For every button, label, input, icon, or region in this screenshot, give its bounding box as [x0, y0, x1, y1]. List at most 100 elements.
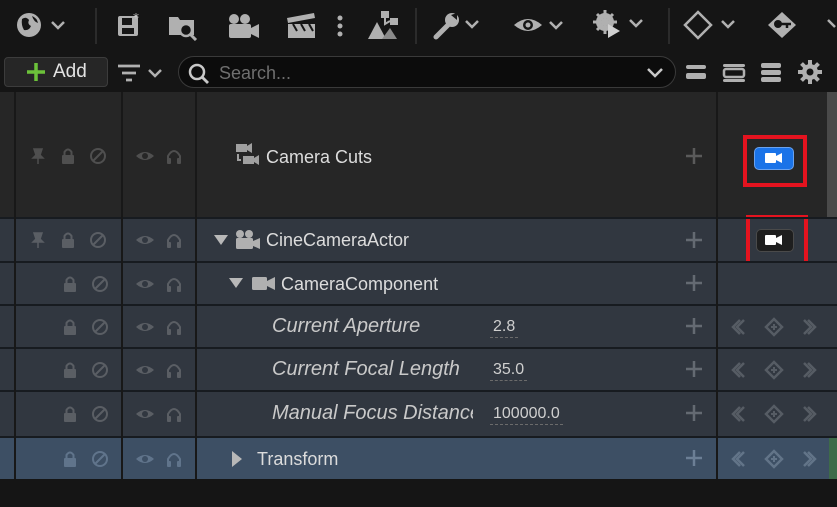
- world-button[interactable]: [12, 6, 72, 44]
- property-value-current-aperture[interactable]: 2.8: [490, 318, 519, 338]
- add-key-plus-icon[interactable]: [684, 359, 704, 379]
- find-in-browser-button[interactable]: [166, 6, 202, 44]
- next-key-icon[interactable]: [795, 317, 817, 337]
- previous-key-icon[interactable]: [731, 360, 753, 380]
- disable-icon[interactable]: [91, 318, 109, 336]
- next-key-icon[interactable]: [795, 449, 817, 469]
- collapse-rows-icon: [686, 65, 706, 79]
- pin-icon[interactable]: [29, 147, 47, 165]
- visibility-controls: [135, 318, 183, 336]
- add-key-plus-icon[interactable]: [684, 146, 704, 166]
- headphones-icon[interactable]: [165, 147, 183, 165]
- lock-icon[interactable]: [61, 318, 79, 336]
- track-row-current-focal-length[interactable]: Current Focal Length 35.0: [0, 349, 837, 390]
- property-value-current-focal-length[interactable]: 35.0: [490, 361, 528, 381]
- disable-icon[interactable]: [89, 231, 107, 249]
- play-settings-button[interactable]: [592, 6, 648, 44]
- lock-icon[interactable]: [61, 405, 79, 423]
- property-value-manual-focus-distance[interactable]: 100000.0: [490, 405, 563, 425]
- filter-button[interactable]: [116, 62, 166, 84]
- disable-icon[interactable]: [91, 275, 109, 293]
- vertical-scrollbar[interactable]: [827, 92, 837, 217]
- add-key-diamond-icon[interactable]: [763, 317, 785, 337]
- pin-icon[interactable]: [29, 231, 47, 249]
- key-navigation: [731, 449, 817, 469]
- track-row-cine-camera-actor[interactable]: CineCameraActor: [0, 215, 837, 269]
- add-track-button[interactable]: Add: [4, 57, 108, 87]
- eye-icon[interactable]: [135, 450, 155, 468]
- next-key-icon[interactable]: [795, 360, 817, 380]
- disable-icon[interactable]: [91, 450, 109, 468]
- headphones-icon[interactable]: [165, 361, 183, 379]
- clapperboard-button[interactable]: [284, 6, 320, 44]
- expand-tracks-button[interactable]: [759, 60, 783, 84]
- headphones-icon[interactable]: [165, 231, 183, 249]
- overflow-button[interactable]: [826, 6, 837, 44]
- track-row-camera-component[interactable]: CameraComponent: [0, 263, 837, 304]
- search-input[interactable]: [217, 60, 631, 86]
- column-divider: [14, 92, 16, 479]
- eye-icon[interactable]: [135, 361, 155, 379]
- disable-icon[interactable]: [89, 147, 107, 165]
- add-key-plus-icon[interactable]: [684, 403, 704, 423]
- camera-lock-toggle-active[interactable]: [754, 147, 794, 170]
- selection-color-strip: [829, 438, 837, 479]
- add-key-diamond-icon[interactable]: [763, 449, 785, 469]
- camera-actor-button[interactable]: [226, 6, 262, 44]
- eye-icon[interactable]: [135, 231, 155, 249]
- add-key-plus-icon[interactable]: [684, 448, 704, 468]
- previous-key-icon[interactable]: [731, 317, 753, 337]
- track-row-camera-cuts[interactable]: Camera Cuts: [0, 92, 837, 217]
- headphones-icon[interactable]: [165, 405, 183, 423]
- lock-icon[interactable]: [61, 361, 79, 379]
- track-row-transform[interactable]: Transform: [0, 438, 837, 479]
- tools-button[interactable]: [430, 6, 484, 44]
- collapsed-caret-icon[interactable]: [230, 450, 244, 468]
- eye-icon[interactable]: [135, 275, 155, 293]
- track-row-current-aperture[interactable]: Current Aperture 2.8: [0, 306, 837, 347]
- eye-icon[interactable]: [135, 147, 155, 165]
- keyframe-button[interactable]: [682, 6, 740, 44]
- visibility-controls: [135, 361, 183, 379]
- track-label-manual-focus-distance: Manual Focus Distance: [272, 402, 473, 424]
- hierarchy-button[interactable]: [364, 6, 400, 44]
- add-track-label: Add: [53, 61, 87, 82]
- add-key-diamond-icon[interactable]: [763, 404, 785, 424]
- lock-icon[interactable]: [59, 147, 77, 165]
- track-outliner: Camera Cuts CineCameraActor CameraCompon…: [0, 92, 837, 479]
- visibility-button[interactable]: [512, 6, 568, 44]
- headphones-icon[interactable]: [165, 318, 183, 336]
- eye-icon[interactable]: [135, 405, 155, 423]
- lock-icon[interactable]: [61, 450, 79, 468]
- lock-icon[interactable]: [61, 275, 79, 293]
- more-options-button[interactable]: [332, 6, 348, 44]
- add-key-plus-icon[interactable]: [684, 230, 704, 250]
- track-label-current-focal-length: Current Focal Length: [272, 358, 460, 380]
- expand-caret-icon[interactable]: [213, 234, 229, 246]
- previous-key-icon[interactable]: [731, 449, 753, 469]
- save-button[interactable]: *: [114, 6, 144, 44]
- settings-button[interactable]: [797, 59, 823, 85]
- camera-lock-toggle-inactive[interactable]: [756, 229, 794, 252]
- next-key-icon[interactable]: [795, 404, 817, 424]
- add-key-plus-icon[interactable]: [684, 316, 704, 336]
- key-button[interactable]: [766, 6, 800, 44]
- disable-icon[interactable]: [91, 361, 109, 379]
- add-key-plus-icon[interactable]: [684, 273, 704, 293]
- track-controls: [61, 450, 109, 468]
- previous-key-icon[interactable]: [731, 404, 753, 424]
- search-box[interactable]: [178, 56, 676, 88]
- track-label-current-aperture: Current Aperture: [272, 315, 421, 337]
- expand-caret-icon[interactable]: [228, 277, 244, 289]
- lock-icon[interactable]: [59, 231, 77, 249]
- track-view-button[interactable]: [721, 60, 747, 84]
- add-key-diamond-icon[interactable]: [763, 360, 785, 380]
- headphones-icon[interactable]: [165, 450, 183, 468]
- headphones-icon[interactable]: [165, 275, 183, 293]
- collapse-tracks-button[interactable]: [684, 60, 708, 84]
- chevron-down-icon[interactable]: [645, 66, 665, 80]
- eye-icon[interactable]: [135, 318, 155, 336]
- chevron-overflow-icon: [827, 19, 836, 28]
- disable-icon[interactable]: [91, 405, 109, 423]
- track-row-manual-focus-distance[interactable]: Manual Focus Distance 100000.0: [0, 392, 837, 436]
